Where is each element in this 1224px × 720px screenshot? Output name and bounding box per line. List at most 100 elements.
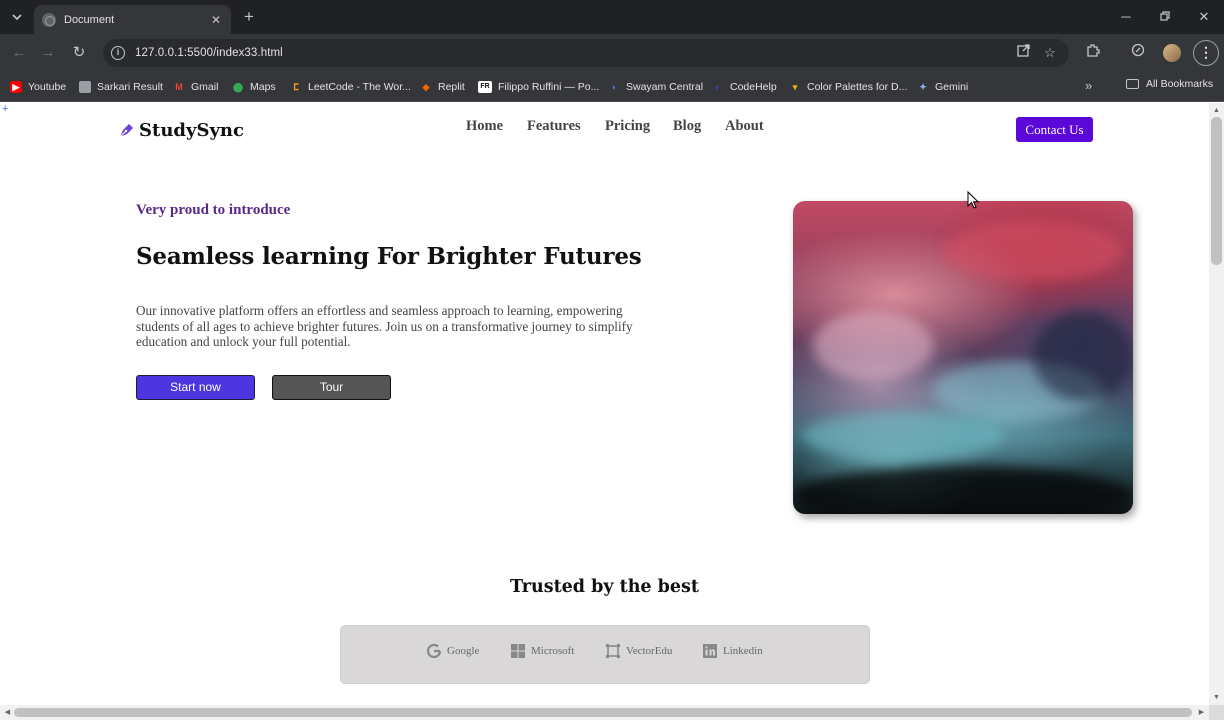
brand-logos-box: Google Microsoft VectorEdu Linkedin bbox=[340, 625, 870, 684]
close-tab-icon[interactable]: ✕ bbox=[209, 13, 223, 27]
nav-about[interactable]: About bbox=[725, 118, 764, 135]
brand-label: Microsoft bbox=[531, 645, 575, 657]
nav-features[interactable]: Features bbox=[527, 118, 581, 135]
nav-pricing[interactable]: Pricing bbox=[605, 118, 650, 135]
brand-label: Google bbox=[447, 645, 480, 657]
bookmark-label: Youtube bbox=[28, 81, 67, 93]
gmail-icon: M bbox=[175, 82, 183, 92]
site-info-icon[interactable]: i bbox=[111, 46, 125, 60]
site-logo[interactable]: StudySync bbox=[117, 120, 244, 141]
gauge-icon bbox=[1131, 43, 1145, 57]
open-in-app-icon[interactable] bbox=[1013, 43, 1033, 63]
replit-icon: ◆ bbox=[422, 82, 430, 92]
sarkari-icon bbox=[79, 81, 91, 93]
bookmark-youtube[interactable]: ▶ Youtube bbox=[10, 78, 66, 96]
address-bar[interactable]: i 127.0.0.1:5500/index33.html bbox=[103, 39, 1069, 67]
google-icon bbox=[426, 643, 442, 659]
vertical-scroll-thumb[interactable] bbox=[1211, 117, 1222, 265]
forward-button[interactable]: → bbox=[38, 43, 58, 63]
more-bookmarks-chevron-icon[interactable]: » bbox=[1085, 78, 1092, 93]
brand-name: StudySync bbox=[139, 120, 244, 141]
all-bookmarks-button[interactable]: All Bookmarks bbox=[1126, 78, 1213, 90]
scroll-left-arrow-icon[interactable]: ◀ bbox=[3, 708, 12, 717]
bookmark-codehelp[interactable]: ◐ CodeHelp bbox=[712, 78, 777, 96]
brand-google: Google bbox=[426, 643, 479, 659]
bookmark-label: Gmail bbox=[191, 81, 219, 93]
trusted-title: Trusted by the best bbox=[510, 577, 699, 597]
tab-search-button[interactable] bbox=[6, 6, 28, 28]
hero-description: Our innovative platform offers an effort… bbox=[136, 303, 633, 350]
all-bookmarks-label: All Bookmarks bbox=[1146, 78, 1214, 90]
linkedin-icon bbox=[703, 644, 717, 658]
mouse-cursor-icon bbox=[967, 190, 980, 209]
bookmark-gmail[interactable]: M Gmail bbox=[173, 78, 218, 96]
pen-nib-icon bbox=[119, 123, 133, 137]
scroll-down-arrow-icon[interactable]: ▼ bbox=[1212, 693, 1221, 702]
hero-image bbox=[793, 201, 1133, 514]
bookmark-label: Maps bbox=[250, 81, 276, 93]
bookmark-label: Gemini bbox=[935, 81, 969, 93]
plus-marker-icon: + bbox=[2, 103, 9, 115]
bookmark-leetcode[interactable]: ⵎ LeetCode - The Wor... bbox=[290, 78, 411, 96]
browser-menu-button[interactable]: ⋮ bbox=[1193, 40, 1219, 66]
puzzle-icon bbox=[1087, 44, 1100, 57]
codehelp-icon: ◐ bbox=[715, 82, 721, 92]
tab-strip: Document ✕ + ─ ✕ bbox=[0, 0, 1224, 34]
bookmark-replit[interactable]: ◆ Replit bbox=[420, 78, 465, 96]
folder-icon bbox=[1126, 79, 1139, 89]
globe-icon bbox=[42, 12, 56, 27]
contact-us-button[interactable]: Contact Us bbox=[1016, 117, 1093, 142]
brand-label: Linkedin bbox=[723, 645, 763, 657]
tab-title: Document bbox=[64, 13, 115, 26]
reload-button[interactable]: ↻ bbox=[69, 43, 89, 63]
page-viewport: + StudySync Home Features Pricing Blog A… bbox=[0, 103, 1209, 705]
youtube-icon: ▶ bbox=[10, 81, 22, 93]
bookmark-label: Filippo Ruffini — Po... bbox=[498, 81, 600, 93]
microsoft-icon bbox=[511, 644, 525, 658]
url-text: 127.0.0.1:5500/index33.html bbox=[135, 47, 283, 59]
scroll-up-arrow-icon[interactable]: ▲ bbox=[1212, 106, 1221, 115]
fr-icon: FR bbox=[478, 81, 492, 93]
bookmark-color-palettes[interactable]: ▾ Color Palettes for D... bbox=[789, 78, 908, 96]
extensions-icon[interactable] bbox=[1083, 43, 1103, 63]
leetcode-icon: ⵎ bbox=[293, 82, 299, 92]
performance-icon[interactable] bbox=[1128, 43, 1148, 63]
new-tab-button[interactable]: + bbox=[239, 7, 259, 27]
bookmark-star-icon[interactable]: ☆ bbox=[1040, 43, 1060, 63]
browser-toolbar: ← → ↻ i 127.0.0.1:5500/index33.html ☆ ⋮ bbox=[0, 34, 1224, 72]
external-link-icon bbox=[1016, 44, 1030, 57]
tour-button[interactable]: Tour bbox=[272, 375, 391, 400]
bookmark-gemini[interactable]: ✦ Gemini bbox=[917, 78, 968, 96]
restore-button[interactable] bbox=[1155, 7, 1175, 27]
maps-icon: ⬤ bbox=[232, 82, 244, 92]
horizontal-scroll-thumb[interactable] bbox=[14, 708, 1192, 717]
brand-microsoft: Microsoft bbox=[510, 643, 574, 659]
hero-title: Seamless learning For Brighter Futures bbox=[136, 243, 642, 270]
tab-active[interactable]: Document ✕ bbox=[34, 5, 231, 34]
bookmark-label: LeetCode - The Wor... bbox=[308, 81, 411, 93]
palette-icon: ▾ bbox=[792, 82, 798, 92]
hero-eyebrow: Very proud to introduce bbox=[136, 202, 291, 218]
bookmark-label: Replit bbox=[438, 81, 465, 93]
bookmark-label: Color Palettes for D... bbox=[807, 81, 908, 93]
nav-blog[interactable]: Blog bbox=[673, 118, 701, 135]
back-button[interactable]: ← bbox=[9, 43, 29, 63]
minimize-button[interactable]: ─ bbox=[1116, 7, 1136, 27]
restore-icon bbox=[1160, 11, 1170, 21]
close-window-button[interactable]: ✕ bbox=[1194, 7, 1214, 27]
start-now-button[interactable]: Start now bbox=[136, 375, 255, 400]
bookmark-label: Sarkari Result bbox=[97, 81, 163, 93]
bookmark-maps[interactable]: ⬤ Maps bbox=[232, 78, 276, 96]
profile-avatar[interactable] bbox=[1163, 44, 1181, 62]
vertical-scrollbar[interactable]: ▲ ▼ bbox=[1209, 103, 1224, 705]
bookmark-filippo-ruffini[interactable]: FR Filippo Ruffini — Po... bbox=[478, 78, 599, 96]
brand-label: VectorEdu bbox=[626, 645, 673, 657]
bookmark-label: Swayam Central bbox=[626, 81, 704, 93]
horizontal-scrollbar[interactable]: ◀ ▶ bbox=[0, 705, 1209, 720]
bookmark-sarkari-result[interactable]: Sarkari Result bbox=[79, 78, 163, 96]
bookmark-label: CodeHelp bbox=[730, 81, 777, 93]
swayam-icon: ◗ bbox=[611, 82, 617, 92]
scroll-right-arrow-icon[interactable]: ▶ bbox=[1197, 708, 1206, 717]
nav-home[interactable]: Home bbox=[466, 118, 503, 135]
bookmark-swayam[interactable]: ◗ Swayam Central bbox=[608, 78, 703, 96]
